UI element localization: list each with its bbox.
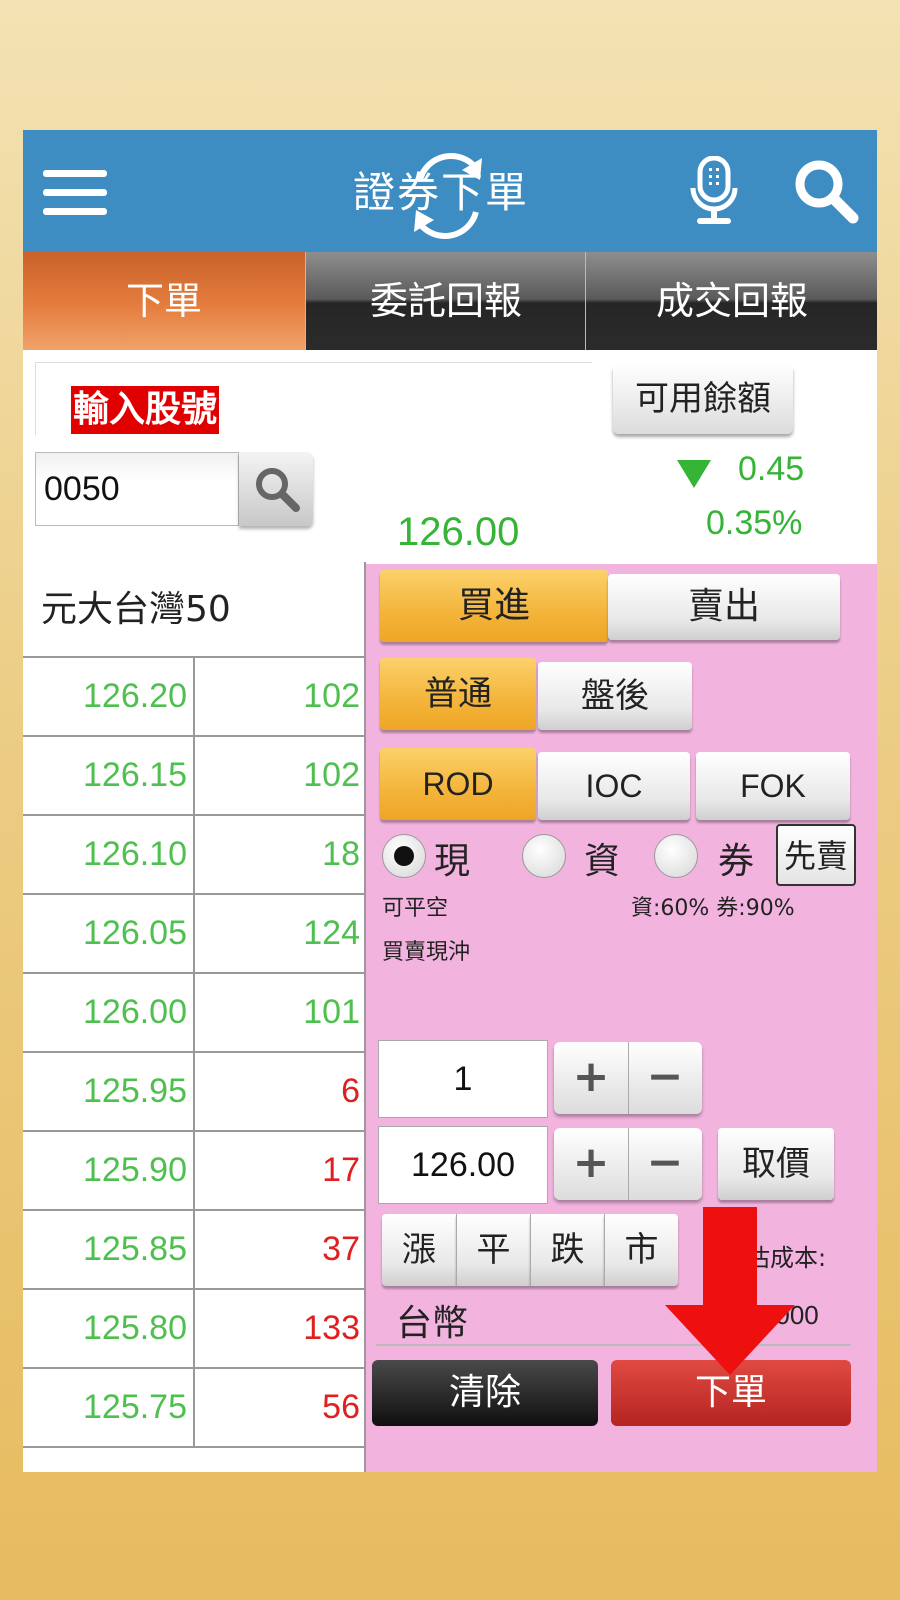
quote-price: 126.10 xyxy=(23,816,195,893)
limit-down-button[interactable]: 跌 xyxy=(530,1214,604,1286)
quote-volume: 17 xyxy=(322,1151,360,1189)
quote-volume: 102 xyxy=(303,756,360,794)
ioc-button[interactable]: IOC xyxy=(538,752,690,820)
available-balance-button[interactable]: 可用餘額 xyxy=(613,364,793,434)
down-triangle-icon xyxy=(677,460,711,488)
quote-row[interactable]: 125.90 17 xyxy=(23,1132,364,1211)
quote-row[interactable]: 125.85 37 xyxy=(23,1211,364,1290)
quote-volume: 56 xyxy=(322,1388,360,1426)
quote-price: 126.05 xyxy=(23,895,195,972)
tab-entrust-report[interactable]: 委託回報 xyxy=(305,252,586,350)
stock-code-annotation: 輸入股號 xyxy=(71,386,220,434)
page-title: 證券下單 xyxy=(353,168,530,217)
cash-label: 現 xyxy=(434,841,471,882)
search-icon[interactable] xyxy=(793,158,859,224)
flat-price-button[interactable]: 平 xyxy=(456,1214,530,1286)
margin-label: 資 xyxy=(584,841,621,882)
quantity-input[interactable]: 1 xyxy=(378,1040,548,1118)
menu-icon[interactable] xyxy=(43,170,107,215)
short-label: 券 xyxy=(718,841,755,882)
get-price-button[interactable]: 取價 xyxy=(718,1128,834,1200)
quote-price: 126.15 xyxy=(23,737,195,814)
quote-row[interactable]: 126.10 18 xyxy=(23,816,364,895)
price-change: 0.45 xyxy=(738,450,805,488)
quote-volume: 101 xyxy=(303,993,360,1031)
quote-price: 125.85 xyxy=(23,1211,195,1288)
quote-price: 125.95 xyxy=(23,1053,195,1130)
normal-session-button[interactable]: 普通 xyxy=(380,658,536,730)
price-plus-button[interactable]: + xyxy=(554,1128,629,1200)
quantity-plus-button[interactable]: + xyxy=(554,1042,629,1114)
after-hours-button[interactable]: 盤後 xyxy=(538,662,692,730)
quote-price: 125.90 xyxy=(23,1132,195,1209)
quote-row[interactable]: 125.75 56 xyxy=(23,1369,364,1448)
microphone-icon[interactable] xyxy=(689,156,739,228)
price-minus-button[interactable]: − xyxy=(628,1128,702,1200)
tab-deal-report[interactable]: 成交回報 xyxy=(585,252,877,350)
quote-price: 126.20 xyxy=(23,658,195,735)
quote-price: 126.00 xyxy=(23,974,195,1051)
price-change-percent: 0.35% xyxy=(706,504,803,542)
red-arrow-icon xyxy=(665,1207,795,1375)
quote-volume: 124 xyxy=(303,914,360,952)
margin-ratio-text: 資:60% 券:90% xyxy=(631,896,795,921)
quote-volume: 102 xyxy=(303,677,360,715)
app-header: 證券下單 xyxy=(23,130,877,252)
quote-row[interactable]: 125.80 133 xyxy=(23,1290,364,1369)
rod-button[interactable]: ROD xyxy=(380,748,536,820)
currency-label: 台幣 xyxy=(396,1303,469,1344)
day-trade-text: 買賣現沖 xyxy=(382,940,471,965)
current-price: 126.00 xyxy=(397,510,520,554)
quote-row[interactable]: 126.15 102 xyxy=(23,737,364,816)
quote-price: 125.80 xyxy=(23,1290,195,1367)
clear-button[interactable]: 清除 xyxy=(372,1360,598,1426)
quantity-minus-button[interactable]: − xyxy=(628,1042,702,1114)
short-allowed-text: 可平空 xyxy=(382,896,449,921)
stock-code-input[interactable]: 0050 xyxy=(35,452,239,526)
quantity-stepper: + − xyxy=(554,1042,702,1114)
price-input[interactable]: 126.00 xyxy=(378,1126,548,1204)
sell-first-button[interactable]: 先賣 xyxy=(776,824,856,886)
quote-volume: 18 xyxy=(322,835,360,873)
sell-button[interactable]: 賣出 xyxy=(608,574,840,640)
tab-bar: 下單 委託回報 成交回報 xyxy=(23,252,877,350)
short-radio[interactable] xyxy=(654,834,698,878)
quote-row[interactable]: 126.05 124 xyxy=(23,895,364,974)
quote-row[interactable]: 125.95 6 xyxy=(23,1053,364,1132)
quote-row[interactable]: 126.00 101 xyxy=(23,974,364,1053)
fok-button[interactable]: FOK xyxy=(696,752,850,820)
buy-button[interactable]: 買進 xyxy=(380,570,608,642)
quote-row[interactable]: 126.20 102 xyxy=(23,658,364,737)
tab-order[interactable]: 下單 xyxy=(23,252,305,350)
price-stepper: + − xyxy=(554,1128,702,1200)
margin-radio[interactable] xyxy=(522,834,566,878)
search-icon xyxy=(256,468,300,512)
stock-name: 元大台灣50 xyxy=(41,589,231,630)
quote-ladder: 126.20 102 126.15 102 126.10 18 126.05 124 1… xyxy=(23,656,364,1448)
quote-volume: 133 xyxy=(303,1309,360,1347)
order-panel: 買進 賣出 普通 盤後 ROD IOC FOK 現 資 券 先賣 可平空 資:6… xyxy=(366,564,877,1472)
quote-volume: 37 xyxy=(322,1230,360,1268)
limit-up-button[interactable]: 漲 xyxy=(382,1214,456,1286)
quote-price: 125.75 xyxy=(23,1369,195,1446)
cash-radio[interactable] xyxy=(382,834,426,878)
stock-search-button[interactable] xyxy=(239,452,313,526)
quote-volume: 6 xyxy=(341,1072,360,1110)
